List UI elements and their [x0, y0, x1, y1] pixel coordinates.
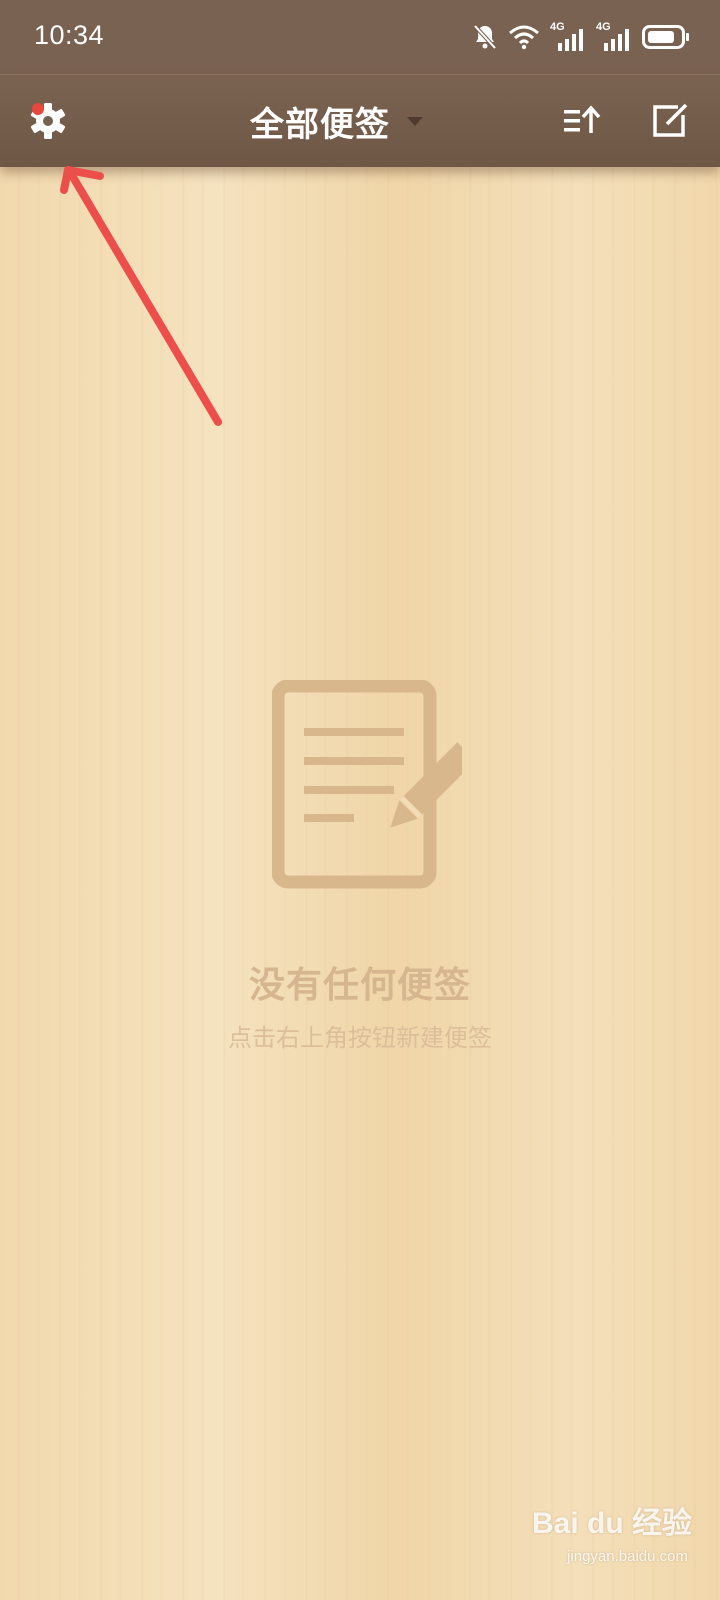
edit-icon: [653, 103, 688, 137]
baidu-watermark: Bai du 经验 jingyan.baidu.com: [522, 1498, 692, 1578]
sort-button[interactable]: [560, 99, 604, 143]
wifi-icon: [509, 25, 539, 50]
page-title: 全部便签: [250, 104, 390, 145]
note-filter-dropdown[interactable]: 全部便签: [250, 95, 424, 147]
status-time: 10:34: [34, 20, 105, 50]
notification-dot: [32, 103, 44, 115]
signal-4g-icon: 4G: [550, 21, 586, 51]
signal-4g-icon: 4G: [596, 21, 632, 51]
new-note-button[interactable]: [648, 99, 692, 143]
settings-button[interactable]: [24, 97, 72, 145]
mute-bell-icon: [473, 24, 497, 50]
caret-down-icon: [407, 117, 423, 126]
empty-state-subtitle: 点击右上角按钮新建便签: [228, 1024, 492, 1052]
sort-icon: [564, 105, 601, 133]
watermark-logo: Bai du 经验: [531, 1507, 692, 1540]
status-bar: 10:34 4G 4G: [0, 0, 720, 74]
annotation-arrow: [60, 166, 222, 426]
watermark-url: jingyan.baidu.com: [567, 1548, 688, 1565]
status-icons: 4G 4G: [472, 21, 690, 52]
battery-icon: [642, 25, 689, 49]
empty-state-title: 没有任何便签: [248, 965, 471, 1006]
note-edit-icon: [272, 680, 462, 889]
